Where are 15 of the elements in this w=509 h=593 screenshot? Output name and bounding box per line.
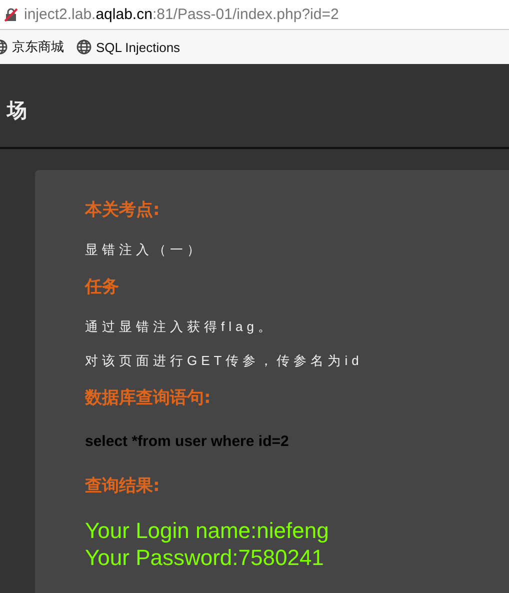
section-heading: 查询结果: xyxy=(85,475,161,497)
description-text: 通过显错注入获得flag。 xyxy=(85,318,276,336)
sql-query: select *from user where id=2 xyxy=(85,433,290,450)
description-text: 对该页面进行GET传参，传参名为id xyxy=(85,352,364,370)
section-heading: 本关考点: xyxy=(85,199,161,221)
not-secure-icon xyxy=(4,8,18,22)
section-heading: 数据库查询语句: xyxy=(85,387,212,409)
description-text: 显错注入（一） xyxy=(85,241,205,259)
site-title: 场 xyxy=(7,99,27,124)
result-text: Your Login name:niefeng xyxy=(85,517,330,544)
bookmark-link[interactable]: SQL Injections xyxy=(76,39,180,55)
globe-icon xyxy=(76,39,92,55)
bookmark-link[interactable]: 京东商城 xyxy=(0,38,64,56)
result-text: Your Password:7580241 xyxy=(85,544,325,571)
section-heading: 任务 xyxy=(85,276,120,298)
